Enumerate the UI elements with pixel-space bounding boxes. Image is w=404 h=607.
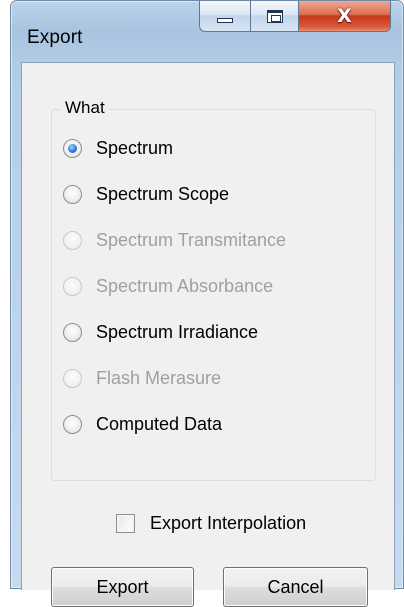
window-title: Export [27, 27, 83, 48]
radio-spectrum-transmitance: Spectrum Transmitance [63, 227, 286, 253]
radio-label: Spectrum Absorbance [96, 275, 274, 296]
radio-button-icon [63, 276, 82, 296]
groupbox-legend: What [61, 98, 109, 118]
radio-button-icon [63, 230, 82, 250]
minimize-icon [217, 17, 233, 23]
export-window: Export X What Spectrum Spectrum Scope Sp… [10, 0, 404, 607]
client-area: What Spectrum Spectrum Scope Spectrum Tr… [21, 62, 395, 607]
radio-spectrum-absorbance: Spectrum Absorbance [63, 273, 273, 299]
radio-button-icon[interactable] [63, 184, 82, 204]
radio-label: Spectrum [96, 137, 174, 158]
radio-spectrum[interactable]: Spectrum [63, 135, 173, 161]
radio-button-icon[interactable] [63, 138, 82, 158]
radio-label: Spectrum Scope [96, 183, 230, 204]
radio-label: Spectrum Transmitance [96, 229, 287, 250]
export-button[interactable]: Export [51, 567, 194, 607]
cancel-button[interactable]: Cancel [223, 567, 368, 607]
radio-label: Flash Merasure [96, 367, 222, 388]
maximize-icon [266, 9, 283, 23]
radio-label: Computed Data [96, 413, 223, 434]
checkbox-label: Export Interpolation [150, 512, 307, 533]
radio-button-icon[interactable] [63, 322, 82, 342]
what-groupbox: What Spectrum Spectrum Scope Spectrum Tr… [51, 98, 376, 481]
minimize-button[interactable] [199, 1, 251, 32]
maximize-button[interactable] [251, 1, 299, 32]
radio-flash-merasure: Flash Merasure [63, 365, 221, 391]
radio-label: Spectrum Irradiance [96, 321, 259, 342]
caption-buttons: X [199, 1, 391, 32]
radio-spectrum-irradiance[interactable]: Spectrum Irradiance [63, 319, 258, 345]
radio-spectrum-scope[interactable]: Spectrum Scope [63, 181, 229, 207]
radio-button-icon [63, 368, 82, 388]
export-interpolation-checkbox-row[interactable]: Export Interpolation [116, 510, 306, 536]
close-button[interactable]: X [299, 1, 391, 32]
close-icon: X [337, 4, 352, 27]
radio-computed-data[interactable]: Computed Data [63, 411, 222, 437]
radio-button-icon[interactable] [63, 414, 82, 434]
export-interpolation-checkbox[interactable] [116, 513, 135, 533]
